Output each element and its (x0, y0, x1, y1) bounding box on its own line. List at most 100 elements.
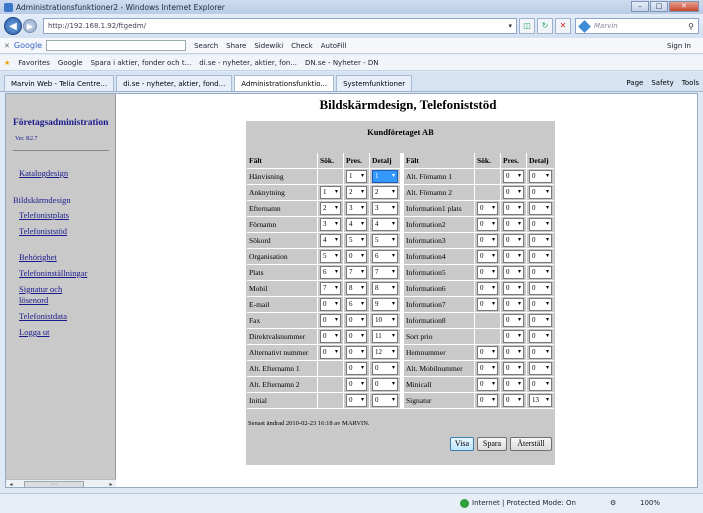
sok-select[interactable]: 0 ▾ (477, 250, 498, 263)
chevron-down-icon[interactable]: ▾ (546, 379, 549, 390)
sidebar-link-installningar[interactable]: Telefoninställningar (19, 268, 87, 278)
chevron-down-icon[interactable]: ▾ (546, 283, 549, 294)
chevron-down-icon[interactable]: ▾ (361, 203, 364, 214)
sidebar-hscrollbar[interactable]: ◂ ⋯ ▸ (6, 479, 116, 487)
chevron-down-icon[interactable]: ▾ (518, 395, 521, 406)
chevron-down-icon[interactable]: ▾ (335, 283, 338, 294)
check-button[interactable]: Check (291, 42, 313, 50)
chevron-down-icon[interactable]: ▾ (546, 203, 549, 214)
chevron-down-icon[interactable]: ▾ (335, 235, 338, 246)
detalj-select[interactable]: 6 ▾ (372, 250, 398, 263)
chevron-down-icon[interactable]: ▾ (392, 187, 395, 198)
sok-select[interactable]: 2 ▾ (320, 202, 341, 215)
chevron-down-icon[interactable]: ▾ (335, 347, 338, 358)
close-toolbar-icon[interactable]: ✕ (4, 42, 10, 50)
pres-select[interactable]: 0 ▾ (503, 250, 524, 263)
favorites-star-icon[interactable]: ★ (4, 59, 10, 67)
sok-select[interactable]: 0 ▾ (477, 394, 498, 407)
detalj-select[interactable]: 0 ▾ (372, 378, 398, 391)
pres-select[interactable]: 0 ▾ (503, 330, 524, 343)
chevron-down-icon[interactable]: ▾ (392, 347, 395, 358)
chevron-down-icon[interactable]: ▾ (492, 395, 495, 406)
chevron-down-icon[interactable]: ▾ (492, 299, 495, 310)
chevron-down-icon[interactable]: ▾ (518, 331, 521, 342)
scroll-left-icon[interactable]: ◂ (6, 481, 16, 487)
pres-select[interactable]: 0 ▾ (503, 314, 524, 327)
detalj-select[interactable]: 4 ▾ (372, 218, 398, 231)
detalj-select[interactable]: 1 ▾ (372, 170, 398, 183)
sok-select[interactable]: 0 ▾ (477, 378, 498, 391)
detalj-select[interactable]: 0 ▾ (529, 378, 552, 391)
favorite-link[interactable]: di.se - nyheter, aktier, fon... (199, 59, 297, 67)
pres-select[interactable]: 0 ▾ (503, 218, 524, 231)
sok-select[interactable]: 0 ▾ (477, 362, 498, 375)
pres-select[interactable]: 7 ▾ (346, 266, 367, 279)
detalj-select[interactable]: 0 ▾ (372, 394, 398, 407)
chevron-down-icon[interactable]: ▾ (518, 283, 521, 294)
chevron-down-icon[interactable]: ▾ (335, 251, 338, 262)
pres-select[interactable]: 0 ▾ (503, 234, 524, 247)
address-url[interactable]: http://192.168.1.92/ftgedm/ (48, 22, 504, 30)
detalj-select[interactable]: 0 ▾ (529, 330, 552, 343)
share-button[interactable]: Share (226, 42, 246, 50)
chevron-down-icon[interactable]: ▾ (546, 171, 549, 182)
chevron-down-icon[interactable]: ▾ (335, 267, 338, 278)
chevron-down-icon[interactable]: ▾ (392, 379, 395, 390)
page-menu[interactable]: Page (626, 79, 643, 87)
address-dropdown-icon[interactable]: ▾ (508, 22, 512, 30)
pres-select[interactable]: 0 ▾ (346, 346, 367, 359)
minimize-button[interactable]: – (631, 1, 649, 12)
chevron-down-icon[interactable]: ▾ (492, 347, 495, 358)
sidebar-link-telefoniststod[interactable]: Telefoniststöd (19, 226, 67, 236)
chevron-down-icon[interactable]: ▾ (361, 283, 364, 294)
pres-select[interactable]: 4 ▾ (346, 218, 367, 231)
address-bar[interactable]: http://192.168.1.92/ftgedm/ ▾ (43, 18, 517, 34)
refresh-icon[interactable]: ↻ (537, 18, 553, 34)
chevron-down-icon[interactable]: ▾ (392, 363, 395, 374)
chevron-down-icon[interactable]: ▾ (492, 267, 495, 278)
pres-select[interactable]: 3 ▾ (346, 202, 367, 215)
detalj-select[interactable]: 2 ▾ (372, 186, 398, 199)
pres-select[interactable]: 0 ▾ (503, 362, 524, 375)
pres-select[interactable]: 0 ▾ (503, 298, 524, 311)
zoom-level[interactable]: 100% (640, 499, 660, 507)
pres-select[interactable]: 0 ▾ (503, 378, 524, 391)
pres-select[interactable]: 0 ▾ (346, 314, 367, 327)
forward-button[interactable]: ▶ (23, 19, 37, 33)
chevron-down-icon[interactable]: ▾ (361, 347, 364, 358)
chevron-down-icon[interactable]: ▾ (492, 235, 495, 246)
detalj-select[interactable]: 0 ▾ (529, 202, 552, 215)
chevron-down-icon[interactable]: ▾ (392, 331, 395, 342)
sok-select[interactable]: 0 ▾ (320, 330, 341, 343)
chevron-down-icon[interactable]: ▾ (361, 251, 364, 262)
pres-select[interactable]: 0 ▾ (503, 346, 524, 359)
chevron-down-icon[interactable]: ▾ (518, 235, 521, 246)
chevron-down-icon[interactable]: ▾ (492, 363, 495, 374)
chevron-down-icon[interactable]: ▾ (492, 251, 495, 262)
sok-select[interactable]: 0 ▾ (477, 218, 498, 231)
pres-select[interactable]: 0 ▾ (346, 250, 367, 263)
sok-select[interactable]: 4 ▾ (320, 234, 341, 247)
pres-select[interactable]: 0 ▾ (503, 170, 524, 183)
chevron-down-icon[interactable]: ▾ (518, 219, 521, 230)
favorites-button[interactable]: Favorites (18, 59, 50, 67)
chevron-down-icon[interactable]: ▾ (492, 219, 495, 230)
sidebar-link-behorighet[interactable]: Behörighet (19, 252, 57, 262)
sidebar-link-telefonistplats[interactable]: Telefonistplats (19, 210, 69, 220)
pres-select[interactable]: 2 ▾ (346, 186, 367, 199)
chevron-down-icon[interactable]: ▾ (392, 235, 395, 246)
maximize-button[interactable]: □ (650, 1, 668, 12)
detalj-select[interactable]: 5 ▾ (372, 234, 398, 247)
favorite-link[interactable]: DN.se - Nyheter - DN (305, 59, 378, 67)
chevron-down-icon[interactable]: ▾ (392, 219, 395, 230)
chevron-down-icon[interactable]: ▾ (546, 267, 549, 278)
chevron-down-icon[interactable]: ▾ (392, 203, 395, 214)
pres-select[interactable]: 0 ▾ (346, 394, 367, 407)
chevron-down-icon[interactable]: ▾ (546, 251, 549, 262)
chevron-down-icon[interactable]: ▾ (546, 331, 549, 342)
chevron-down-icon[interactable]: ▾ (361, 219, 364, 230)
pres-select[interactable]: 0 ▾ (346, 362, 367, 375)
sok-select[interactable]: 0 ▾ (320, 346, 341, 359)
sok-select[interactable]: 1 ▾ (320, 186, 341, 199)
chevron-down-icon[interactable]: ▾ (518, 203, 521, 214)
